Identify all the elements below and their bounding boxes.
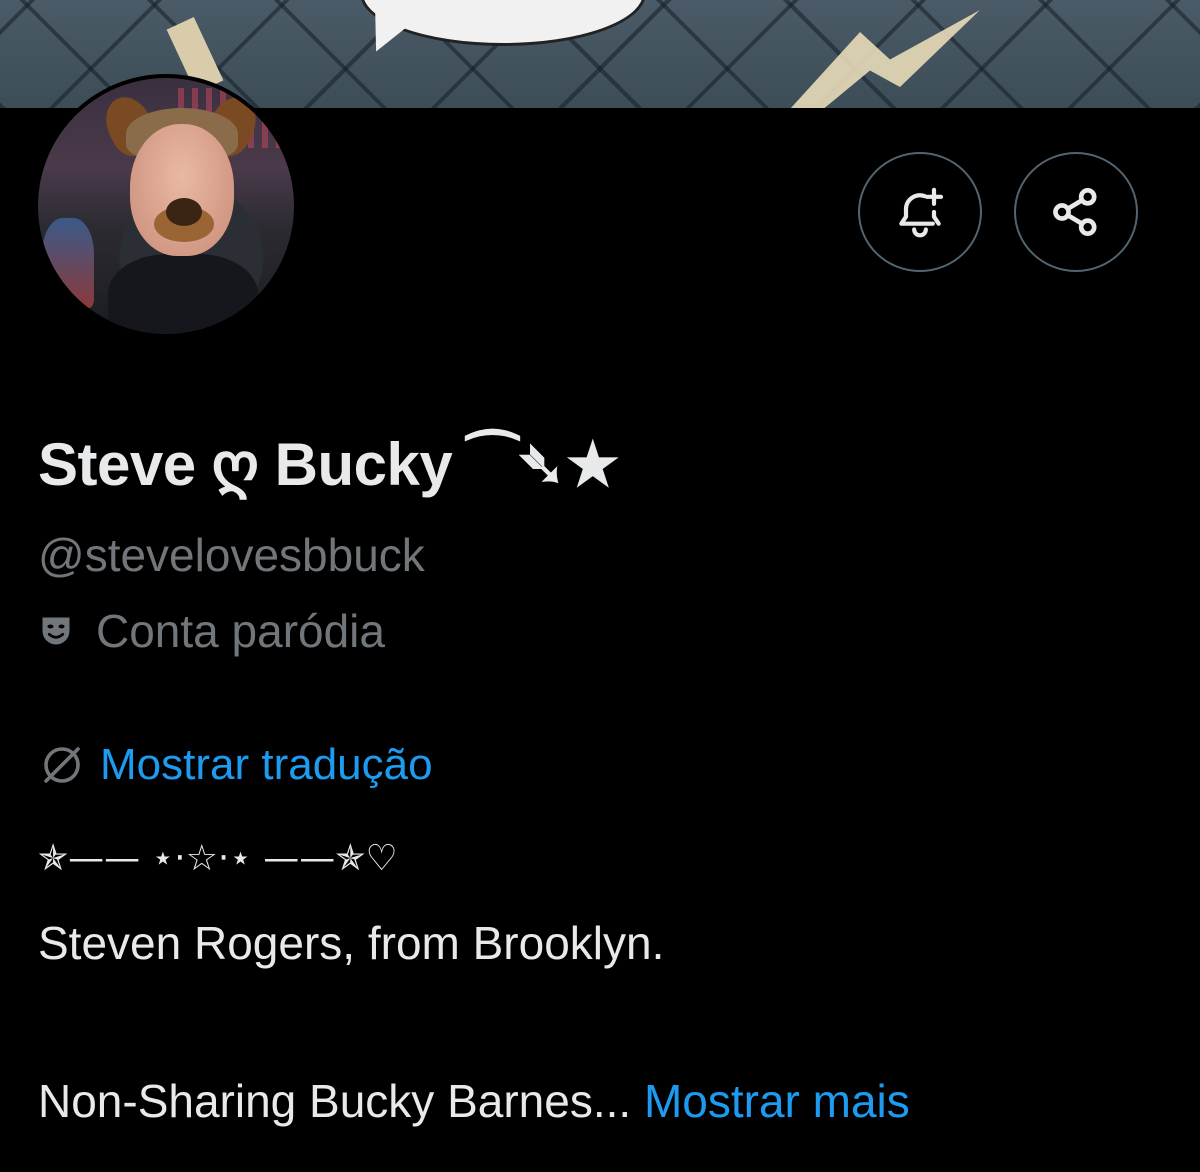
share-button[interactable] bbox=[1014, 152, 1138, 272]
parody-account-label: Conta paródia bbox=[38, 604, 385, 658]
notifications-button[interactable] bbox=[858, 152, 982, 272]
parody-text: Conta paródia bbox=[96, 605, 385, 657]
avatar-image bbox=[38, 78, 294, 334]
bio-decoration: ✯—— ⋆⋅☆⋅⋆ ——✯♡ bbox=[38, 838, 398, 879]
show-more-link[interactable]: Mostrar mais bbox=[644, 1075, 910, 1127]
bio-line-with-more: Non-Sharing Bucky Barnes... Mostrar mais bbox=[38, 1074, 910, 1128]
share-icon bbox=[1053, 187, 1097, 237]
avatar-dog-nose bbox=[166, 198, 202, 226]
bio-line: Non-Sharing Bucky Barnes... bbox=[38, 1075, 632, 1127]
username-handle: @stevelovesbbuck bbox=[38, 529, 425, 581]
bio-line: Steven Rogers, from Brooklyn. bbox=[38, 917, 665, 969]
translate-globe-icon bbox=[44, 747, 80, 783]
avatar-body bbox=[108, 254, 258, 334]
avatar-figurine bbox=[42, 218, 94, 308]
theater-mask-icon bbox=[42, 617, 70, 645]
bell-plus-icon bbox=[899, 187, 944, 238]
show-translation-text: Mostrar tradução bbox=[100, 740, 433, 789]
display-name: Steve ღ Bucky ⁀➴★ bbox=[38, 431, 620, 498]
banner-arrow-shape bbox=[780, 10, 980, 108]
show-translation-link[interactable]: Mostrar tradução bbox=[38, 740, 433, 790]
avatar[interactable] bbox=[34, 74, 298, 338]
